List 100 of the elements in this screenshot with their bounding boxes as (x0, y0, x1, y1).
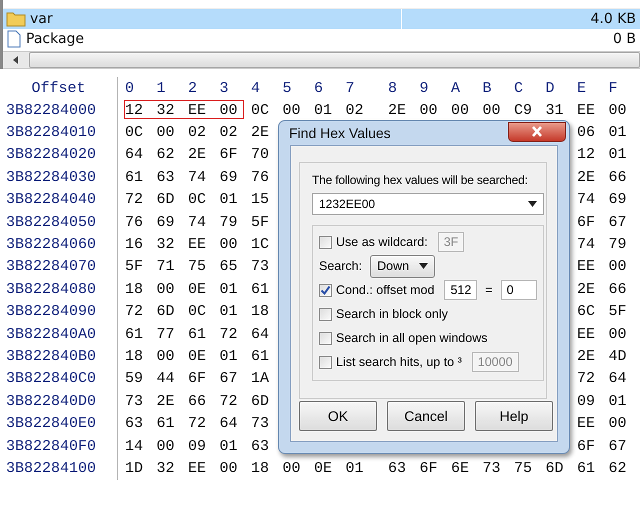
hex-byte: 5F (608, 303, 627, 320)
file-row[interactable]: Package 0 B (3, 29, 640, 49)
hex-byte: 00 (156, 280, 175, 298)
checkbox-label[interactable]: Use as wildcard: (336, 235, 428, 249)
hex-byte: 6F (577, 438, 596, 455)
hex-byte: 01 (220, 348, 238, 365)
offset-cell: 3B82284030 (6, 168, 96, 186)
hex-byte: 12 (577, 146, 596, 164)
hex-byte: 61 (156, 415, 175, 432)
column-header: 2 (188, 80, 198, 96)
checkbox[interactable] (319, 308, 332, 320)
hex-byte: 61 (125, 168, 144, 186)
checkbox-label[interactable]: List search hits, up to ³ (336, 355, 462, 369)
offset-cell: 3B82284080 (6, 280, 96, 298)
column-header: B (482, 80, 492, 96)
hex-byte: 09 (577, 392, 596, 410)
hex-byte: 14 (125, 438, 144, 455)
search-combo[interactable]: 1232EE00 (312, 193, 544, 215)
hex-byte: 66 (608, 280, 627, 298)
hex-byte: 75 (188, 258, 206, 276)
horizontal-scrollbar[interactable] (3, 51, 640, 69)
hex-byte: 00 (156, 438, 175, 455)
hex-byte: 00 (220, 236, 238, 254)
column-header: 4 (251, 80, 260, 96)
hex-byte: 6D (251, 392, 270, 410)
hex-byte: 72 (220, 392, 238, 410)
column-header: 7 (346, 80, 355, 96)
hex-byte: 6F (420, 460, 438, 477)
caret-icon[interactable] (419, 263, 428, 269)
hex-byte: EE (188, 236, 206, 254)
hex-byte: 66 (608, 168, 627, 186)
checkbox-label[interactable]: Search in all open windows (336, 331, 488, 345)
offset-cell: 3B82284050 (6, 214, 96, 231)
checkbox[interactable] (319, 284, 332, 296)
file-row[interactable]: var 4.0 KB (3, 9, 640, 29)
hex-byte: 18 (125, 348, 144, 365)
checkbox-label[interactable]: Search in block only (336, 307, 448, 321)
column-header: C (514, 80, 524, 96)
hex-byte: 64 (608, 370, 627, 388)
column-header: 1 (156, 80, 166, 96)
hex-byte: EE (577, 326, 596, 343)
hex-byte: 12 (125, 102, 144, 119)
hex-byte: 09 (188, 438, 206, 455)
hex-byte: 18 (251, 460, 270, 477)
hex-byte: 6D (156, 303, 175, 320)
hex-byte: 69 (608, 191, 627, 208)
direction-dropdown[interactable]: Down (370, 254, 436, 278)
column-header: 3 (220, 80, 229, 96)
hex-byte: 01 (220, 438, 238, 455)
hex-byte: 18 (125, 280, 144, 298)
hex-byte: 15 (251, 191, 270, 208)
offset-cell: 3B822840F0 (6, 438, 96, 455)
hex-byte: 32 (156, 236, 175, 254)
checkbox[interactable] (319, 356, 332, 368)
hex-byte: 70 (251, 146, 270, 164)
dialog-button[interactable]: Help (475, 401, 553, 431)
hex-byte: 69 (220, 168, 238, 186)
hex-byte: 00 (451, 102, 470, 119)
dialog-title: Find Hex Values (289, 125, 391, 141)
hex-byte: 72 (188, 415, 206, 432)
hex-byte: 01 (608, 124, 627, 142)
hex-byte: 01 (220, 280, 238, 298)
hex-byte: 6C (577, 303, 596, 320)
close-button[interactable] (508, 122, 566, 142)
column-header: E (577, 80, 586, 96)
hex-byte: 64 (220, 415, 238, 432)
column-header: 5 (282, 80, 292, 96)
offset-header: Offset (31, 80, 86, 96)
hex-byte: 01 (220, 303, 238, 320)
file-size: 4.0 KB (590, 11, 637, 27)
hex-byte: 62 (156, 146, 175, 164)
hex-byte: 0C (188, 303, 206, 320)
dialog-button[interactable]: Cancel (387, 401, 465, 431)
checkbox[interactable] (319, 332, 332, 344)
hex-byte: 6D (546, 460, 564, 477)
column-header: 0 (125, 80, 134, 96)
hex-byte: 63 (388, 460, 406, 477)
offset-cell: 3B82284090 (6, 303, 96, 320)
caret-icon[interactable] (528, 201, 537, 207)
hex-byte: 32 (156, 460, 175, 477)
input-field[interactable]: 512 (444, 280, 478, 300)
hex-byte: 00 (220, 460, 238, 477)
hex-byte: 61 (125, 326, 144, 343)
hex-byte: 61 (577, 460, 596, 477)
hex-byte: 67 (608, 438, 627, 455)
hex-byte: 18 (251, 303, 270, 320)
hex-byte: 72 (577, 370, 596, 388)
dialog-button[interactable]: OK (299, 401, 377, 431)
left-arrow-icon[interactable] (11, 55, 21, 65)
dropdown-label: Search: (319, 259, 362, 273)
input-field[interactable]: 0 (500, 280, 537, 300)
checkbox[interactable] (319, 236, 332, 248)
column-header: D (546, 80, 555, 96)
column-header: 9 (420, 80, 429, 96)
checkbox-label[interactable]: Cond.: offset mod (336, 283, 434, 297)
hex-byte: EE (188, 460, 206, 477)
close-icon[interactable] (531, 126, 543, 137)
hex-byte: 01 (608, 146, 627, 164)
hex-byte: 00 (220, 102, 238, 119)
hex-byte: 62 (608, 460, 627, 477)
